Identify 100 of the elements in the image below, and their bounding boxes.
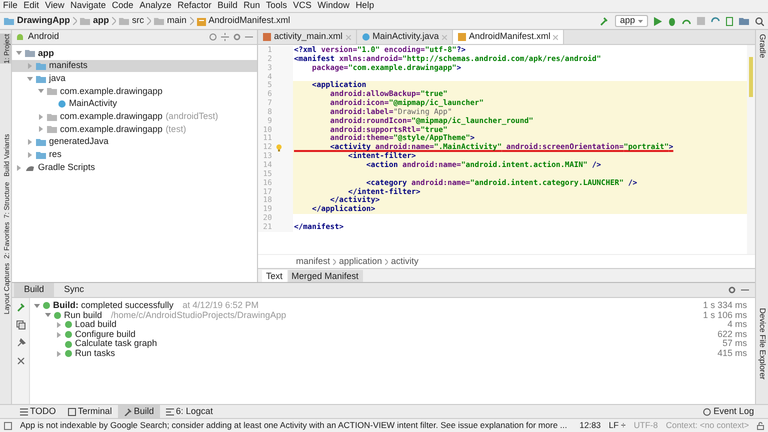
tree-item[interactable]: res <box>12 148 257 162</box>
scrollbar[interactable] <box>749 57 753 97</box>
folder-icon[interactable] <box>739 17 749 25</box>
tool-window-tab[interactable]: Device File Explorer <box>756 308 768 380</box>
collapsed-arrow-icon[interactable] <box>27 152 33 158</box>
editor-tab[interactable]: AndroidManifest.xml <box>452 30 564 44</box>
build-step[interactable]: Run tasks <box>75 347 116 361</box>
device-icon[interactable] <box>726 16 733 26</box>
class-icon <box>362 33 370 41</box>
collapsed-arrow-icon[interactable] <box>38 114 44 120</box>
panel-tab[interactable]: Sync <box>54 283 94 297</box>
menu-item[interactable]: VCS <box>293 0 312 13</box>
hammer-icon[interactable] <box>16 302 26 312</box>
lock-icon[interactable] <box>757 422 764 430</box>
build-duration: 1 s 106 ms <box>702 308 747 320</box>
menu-item[interactable]: Window <box>318 0 350 13</box>
chevron-icon <box>190 17 194 25</box>
menu-item[interactable]: Help <box>356 0 374 13</box>
chevron-icon <box>73 17 77 25</box>
tool-window-tab[interactable]: 6: Logcat <box>160 405 219 418</box>
copy-icon[interactable] <box>16 320 26 330</box>
menu-item[interactable]: View <box>45 0 64 13</box>
play-icon[interactable] <box>654 16 662 26</box>
tool-window-tab[interactable]: Gradle <box>756 34 768 58</box>
terminal-icon <box>68 408 76 416</box>
tree-item-note: (androidTest) <box>166 110 218 124</box>
run-config-dropdown[interactable]: app <box>614 15 648 27</box>
close-icon[interactable] <box>16 356 26 366</box>
breadcrumb-item[interactable]: AndroidManifest.xml <box>208 14 290 28</box>
editor-mode-tab[interactable]: Merged Manifest <box>288 270 363 282</box>
build-duration: 1 s 334 ms <box>702 299 747 312</box>
tree-item[interactable]: manifests <box>12 60 257 72</box>
layout-file-icon <box>263 33 271 41</box>
expanded-arrow-icon[interactable] <box>38 88 44 94</box>
editor-tab[interactable]: MainActivity.java <box>356 30 453 44</box>
folder-icon <box>80 17 90 25</box>
panel-tab[interactable]: Build <box>14 283 54 297</box>
tool-window-tab[interactable]: TODO <box>14 405 62 418</box>
collapsed-arrow-icon[interactable] <box>56 350 62 357</box>
status-message: App is not indexable by Google Search; consider adding at least one Activity with an ACTION-VIEW intent filter. See issue explanation for more ... <box>20 419 568 432</box>
build-duration: 415 ms <box>717 347 747 360</box>
collapsed-arrow-icon[interactable] <box>27 63 33 70</box>
build-duration: 57 ms <box>722 338 747 350</box>
build-step[interactable]: Load build <box>75 318 117 332</box>
menu-item[interactable]: Refactor <box>177 0 212 13</box>
menu-item[interactable]: Edit <box>24 0 40 13</box>
tree-item[interactable]: com.example.drawingapp <box>12 85 257 98</box>
menu-item[interactable]: Run <box>244 0 260 13</box>
chevron-icon <box>147 17 152 25</box>
event-log-button[interactable]: Event Log <box>703 404 754 418</box>
build-duration: 4 ms <box>727 318 747 330</box>
breadcrumb-item[interactable]: src <box>132 14 144 28</box>
panel-icon[interactable] <box>4 422 12 430</box>
tool-window-tab[interactable]: Terminal <box>62 405 118 418</box>
menu-item[interactable]: Tools <box>266 0 288 13</box>
caret-position[interactable]: 12:83 <box>580 419 601 432</box>
context-indicator: Context: <no context> <box>666 419 749 432</box>
tree-item[interactable]: com.example.drawingapp (androidTest) <box>12 110 257 124</box>
tree-item[interactable]: MainActivity <box>12 98 257 110</box>
expanded-arrow-icon[interactable] <box>27 76 33 82</box>
menu-item[interactable]: Analyze <box>139 0 172 13</box>
folder-icon <box>119 17 130 25</box>
tool-window-tab[interactable]: Build <box>118 405 160 418</box>
collapse-icon[interactable] <box>221 33 229 41</box>
lightbulb-icon[interactable] <box>276 144 282 152</box>
collapsed-arrow-icon[interactable] <box>38 126 44 132</box>
breadcrumb-item[interactable]: activity <box>391 254 419 268</box>
tree-item[interactable]: Gradle Scripts <box>12 161 257 174</box>
collapsed-arrow-icon[interactable] <box>27 139 33 146</box>
chevron-icon <box>112 17 116 25</box>
expanded-arrow-icon[interactable] <box>16 50 22 56</box>
breadcrumb-item[interactable]: main <box>167 14 187 28</box>
menu-item[interactable]: File <box>3 0 18 13</box>
android-icon <box>16 33 24 41</box>
manifest-file-icon <box>458 33 466 41</box>
tree-item[interactable]: com.example.drawingapp (test) <box>12 123 257 136</box>
chevron-icon <box>333 258 336 264</box>
build-duration: 622 ms <box>717 328 747 340</box>
menu-item[interactable]: Build <box>217 0 238 13</box>
folder-icon <box>4 17 14 25</box>
manifest-file-icon <box>196 16 206 26</box>
editor-mode-tab[interactable]: Text <box>262 270 287 282</box>
search-icon[interactable] <box>755 16 764 26</box>
menu-item[interactable]: Navigate <box>70 0 106 13</box>
settings-icon[interactable] <box>233 33 241 41</box>
breadcrumb-item[interactable]: DrawingApp <box>17 14 70 28</box>
tree-item[interactable]: generatedJava <box>12 136 257 148</box>
breadcrumb-item[interactable]: app <box>93 14 110 28</box>
tree-item[interactable]: app <box>12 47 257 60</box>
line-separator[interactable]: LF ÷ <box>608 419 626 432</box>
breadcrumb-item[interactable]: manifest <box>296 254 330 268</box>
pin-icon[interactable] <box>16 338 26 348</box>
collapsed-arrow-icon[interactable] <box>16 164 22 171</box>
menu-item[interactable]: Code <box>112 0 134 13</box>
hammer-icon[interactable] <box>598 16 609 26</box>
chevron-icon <box>385 258 388 264</box>
caret-icon <box>638 20 643 22</box>
settings-icon[interactable] <box>728 286 736 294</box>
tree-item[interactable]: java <box>12 72 257 86</box>
breadcrumb-item[interactable]: application <box>339 254 382 268</box>
